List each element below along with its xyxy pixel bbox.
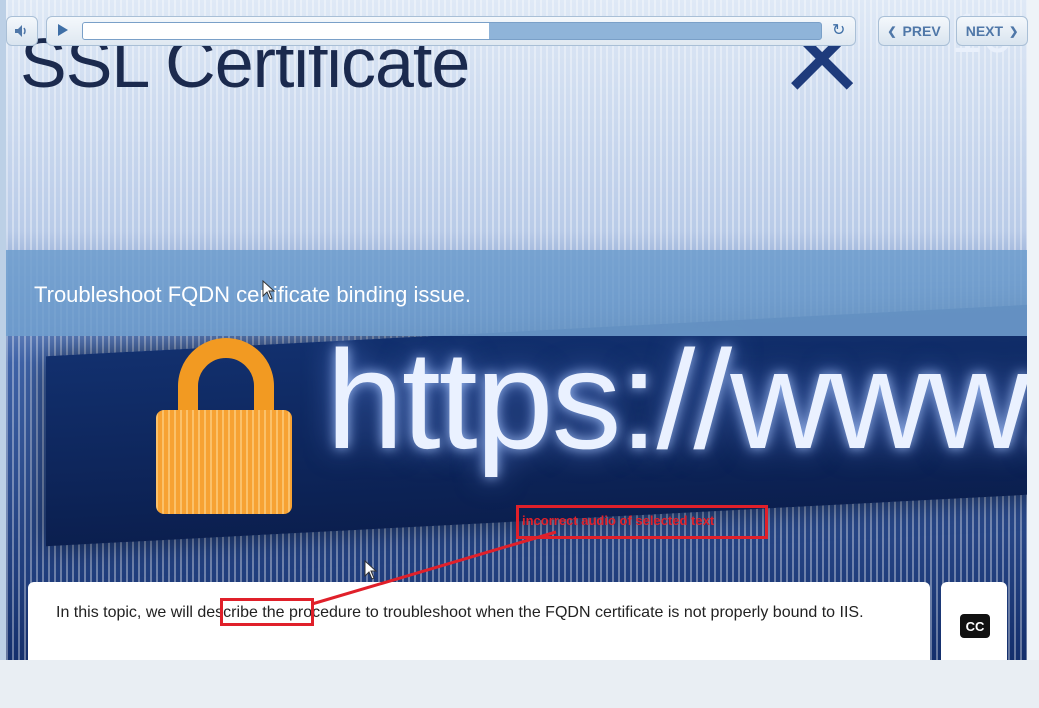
seekbar-progress xyxy=(83,23,489,39)
next-label: NEXT xyxy=(965,23,1004,39)
volume-button[interactable] xyxy=(6,16,38,46)
volume-icon xyxy=(15,25,26,37)
seekbar-track[interactable] xyxy=(82,22,822,40)
prev-button[interactable]: ❮ PREV xyxy=(878,16,950,46)
chevron-right-icon: ❯ xyxy=(1009,25,1019,38)
closed-caption-icon[interactable]: CC xyxy=(960,614,990,638)
replay-icon[interactable]: ↻ xyxy=(832,23,845,39)
topic-banner-text: Troubleshoot FQDN certificate binding is… xyxy=(34,282,471,307)
player-controls xyxy=(0,660,1039,708)
highlighted-word-box xyxy=(220,598,314,626)
chevron-left-icon: ❮ xyxy=(887,25,897,38)
caption-text: In this topic, we will describe the proc… xyxy=(56,604,864,621)
annotation-text: incorrect audio of selected text xyxy=(522,513,715,528)
padlock-icon xyxy=(156,338,292,514)
next-button[interactable]: NEXT ❯ xyxy=(956,16,1028,46)
right-frame-border xyxy=(1027,0,1039,660)
play-icon[interactable] xyxy=(58,24,68,36)
https-url-graphic: https://www.ss xyxy=(326,321,1027,478)
slide-image: × 10 SSL Certificate https://www.ss xyxy=(6,0,1027,660)
prev-label: PREV xyxy=(902,23,941,39)
mouse-cursor-icon xyxy=(262,280,276,300)
mouse-cursor-icon xyxy=(364,560,378,580)
